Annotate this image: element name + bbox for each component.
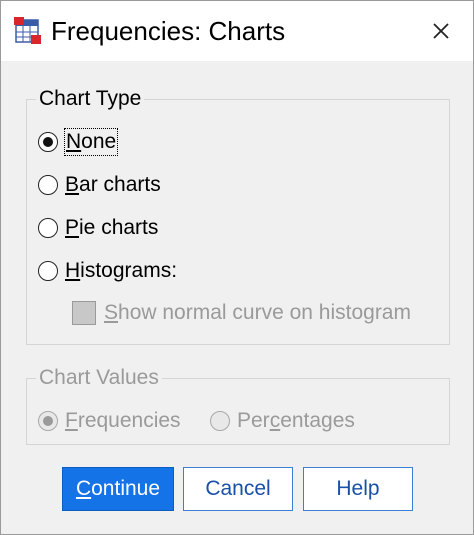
title-bar[interactable]: Frequencies: Charts (1, 1, 473, 61)
chart-values-legend: Chart Values (36, 366, 162, 390)
continue-button[interactable]: Continue (62, 467, 174, 511)
radio-pie-charts-button[interactable] (38, 218, 58, 238)
radio-none-button[interactable] (38, 132, 58, 152)
spss-table-icon (14, 17, 41, 44)
radio-percentages-button[interactable] (210, 411, 230, 431)
radio-none-label: None (63, 128, 119, 156)
radio-pie-charts[interactable]: Pie charts (38, 214, 158, 242)
radio-bar-charts-label: Bar charts (65, 173, 161, 196)
show-normal-curve-checkbox[interactable]: Show normal curve on histogram (72, 299, 411, 327)
cancel-button[interactable]: Cancel (183, 467, 293, 511)
radio-frequencies-label: Frequencies (65, 409, 181, 432)
window-title: Frequencies: Charts (51, 16, 286, 46)
help-button[interactable]: Help (303, 467, 413, 511)
radio-none[interactable]: None (38, 128, 119, 156)
radio-histograms-button[interactable] (38, 261, 58, 281)
radio-bar-charts-button[interactable] (38, 175, 58, 195)
show-normal-curve-box[interactable] (72, 301, 96, 325)
radio-frequencies-button[interactable] (38, 411, 58, 431)
frequencies-charts-dialog: Frequencies: Charts Chart Type None Bar … (0, 0, 474, 535)
radio-pie-charts-label: Pie charts (65, 216, 159, 239)
close-icon[interactable] (427, 17, 455, 45)
radio-none-label-rest: one (81, 130, 117, 153)
chart-type-legend: Chart Type (36, 87, 145, 111)
radio-frequencies[interactable]: Frequencies (38, 407, 181, 435)
radio-percentages[interactable]: Percentages (210, 407, 355, 435)
continue-button-rest: ontinue (91, 477, 161, 500)
radio-bar-charts[interactable]: Bar charts (38, 171, 161, 199)
radio-percentages-label: Percentages (237, 409, 355, 432)
show-normal-curve-label: Show normal curve on histogram (104, 301, 411, 324)
radio-histograms[interactable]: Histograms: (38, 257, 177, 285)
radio-histograms-label: Histograms: (65, 259, 178, 282)
